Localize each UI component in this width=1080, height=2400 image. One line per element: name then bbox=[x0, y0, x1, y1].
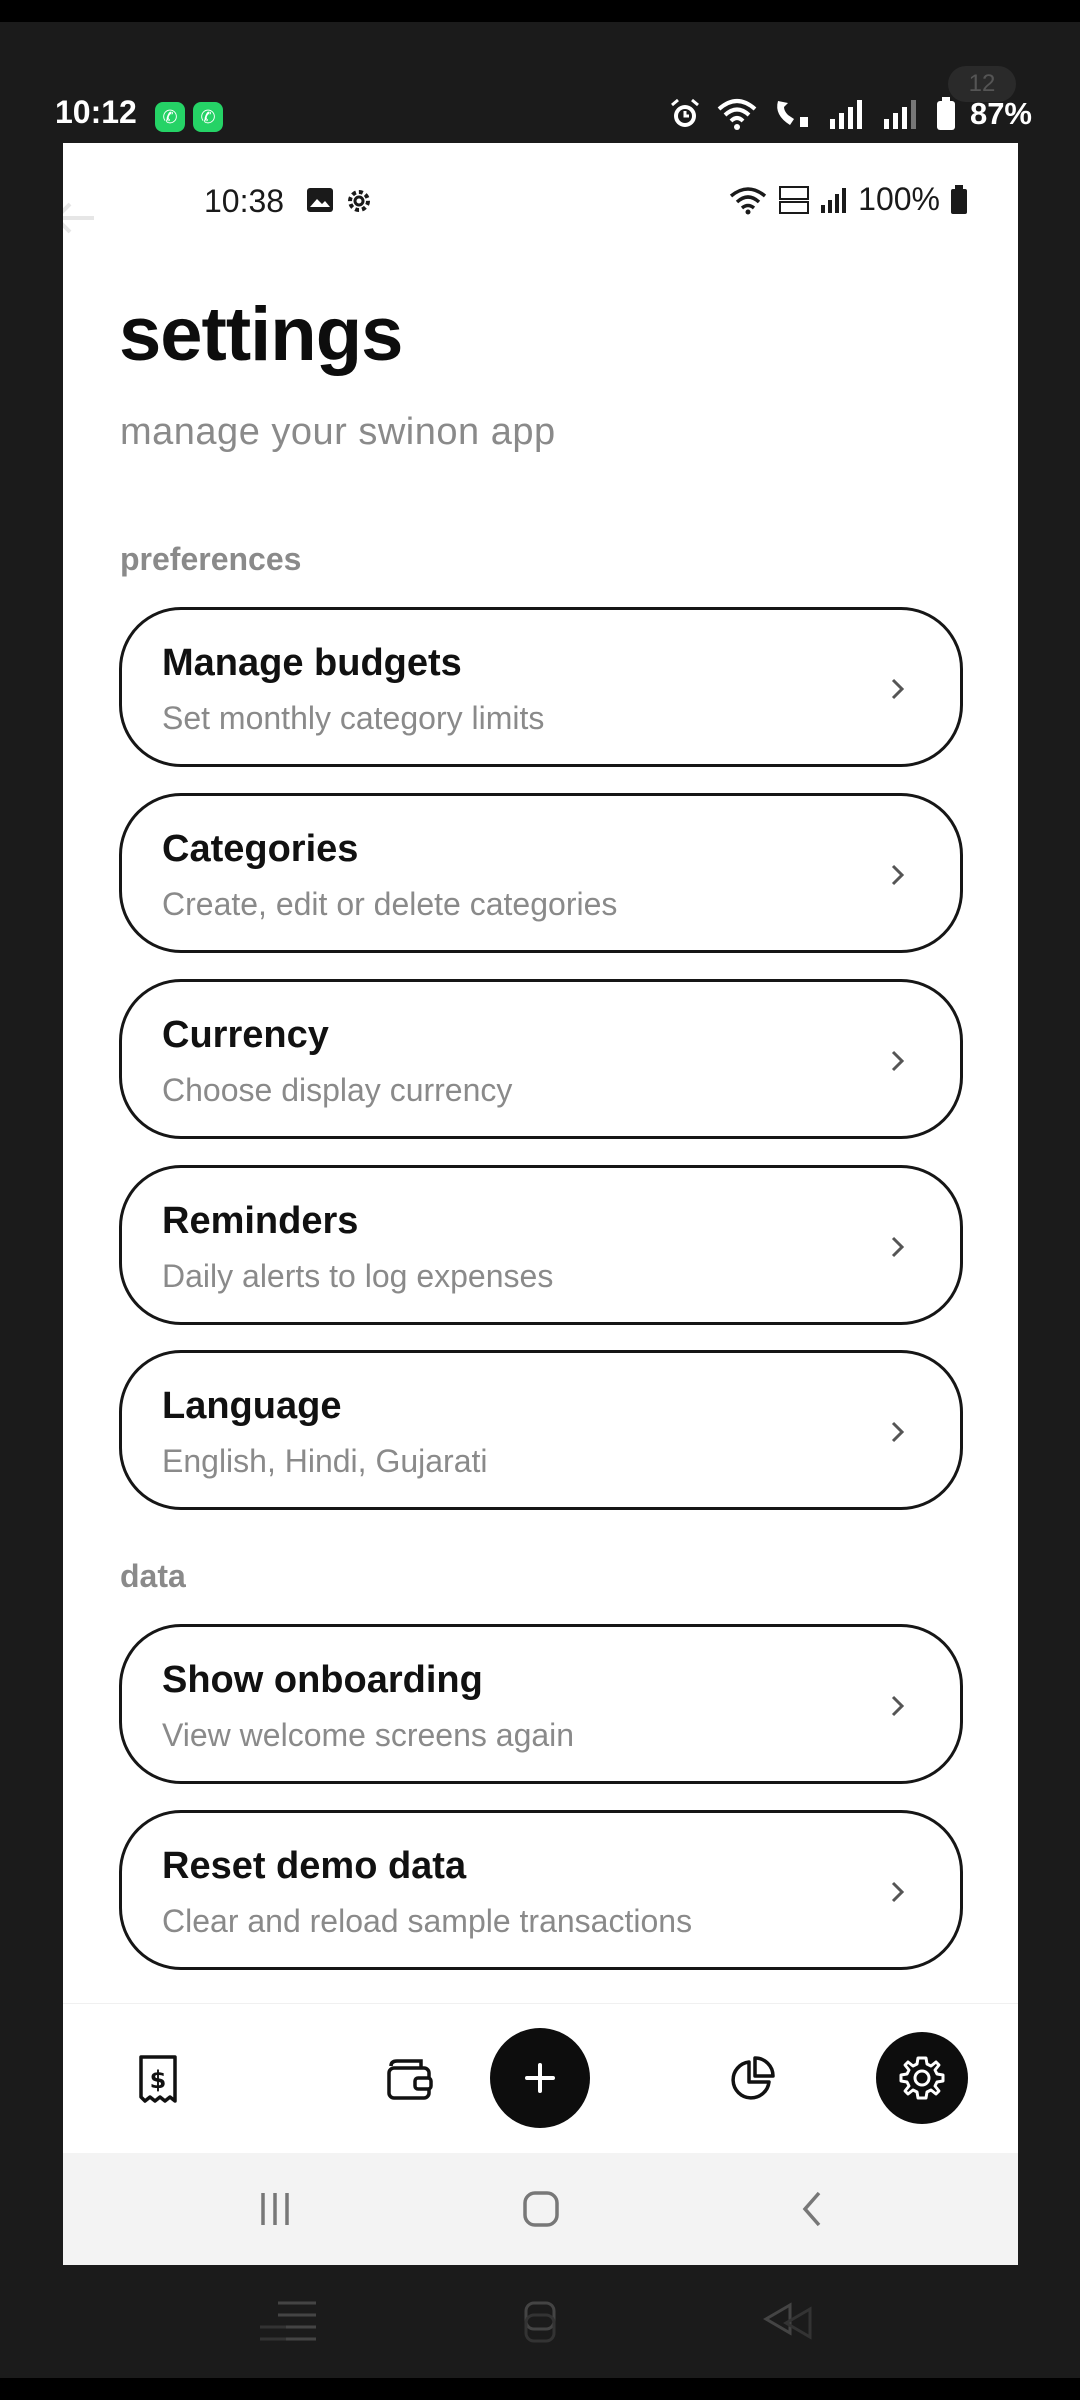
outer-clock: 10:12 bbox=[55, 94, 137, 130]
recents-icon[interactable] bbox=[255, 2189, 295, 2229]
home-icon[interactable] bbox=[520, 2297, 560, 2347]
battery-icon bbox=[936, 97, 955, 130]
home-icon[interactable] bbox=[521, 2189, 561, 2229]
settings-item-reminders[interactable]: Reminders Daily alerts to log expenses bbox=[119, 1165, 963, 1325]
settings-item-title: Show onboarding bbox=[162, 1659, 483, 1701]
pie-chart-icon bbox=[731, 2056, 775, 2100]
back-icon[interactable] bbox=[793, 2189, 833, 2229]
settings-item-language[interactable]: Language English, Hindi, Gujarati bbox=[119, 1350, 963, 1510]
chevron-right-icon bbox=[891, 1881, 905, 1903]
settings-item-subtitle: Clear and reload sample transactions bbox=[162, 1903, 693, 1939]
image-icon bbox=[307, 188, 333, 212]
chevron-right-icon bbox=[891, 678, 905, 700]
settings-item-subtitle: Choose display currency bbox=[162, 1072, 513, 1108]
bottom-edge bbox=[0, 2378, 1080, 2400]
chevron-right-icon bbox=[891, 864, 905, 886]
settings-item-subtitle: Create, edit or delete categories bbox=[162, 886, 618, 922]
section-label-data: data bbox=[120, 1558, 186, 1594]
recents-icon[interactable] bbox=[256, 2297, 322, 2347]
inner-system-nav bbox=[63, 2153, 1018, 2265]
settings-item-title: Currency bbox=[162, 1014, 329, 1056]
tab-transactions[interactable]: $ bbox=[113, 2034, 203, 2124]
settings-item-currency[interactable]: Currency Choose display currency bbox=[119, 979, 963, 1139]
settings-item-categories[interactable]: Categories Create, edit or delete catego… bbox=[119, 793, 963, 953]
signal-icon bbox=[829, 100, 862, 129]
svg-text:$: $ bbox=[150, 2066, 167, 2094]
tab-insights[interactable] bbox=[707, 2034, 797, 2124]
signal-icon bbox=[821, 187, 847, 213]
gear-icon bbox=[899, 2056, 945, 2100]
chevron-right-icon bbox=[891, 1421, 905, 1443]
chevron-right-icon bbox=[891, 1695, 905, 1717]
wallet-icon bbox=[387, 2059, 433, 2100]
tab-wallet[interactable] bbox=[365, 2034, 455, 2124]
settings-item-subtitle: English, Hindi, Gujarati bbox=[162, 1443, 488, 1479]
plus-icon bbox=[525, 2063, 555, 2093]
receipt-icon: $ bbox=[139, 2055, 177, 2103]
wifi-calling-icon bbox=[777, 101, 808, 127]
battery-icon bbox=[951, 184, 967, 214]
inner-status-icons: 100% bbox=[728, 181, 968, 218]
outer-status-bar: 10:12 ✆ ✆ 12 87% bbox=[0, 22, 1080, 142]
settings-item-title: Language bbox=[162, 1385, 342, 1427]
volte-icon bbox=[779, 185, 810, 214]
gear-icon bbox=[348, 190, 370, 212]
wifi-icon bbox=[730, 186, 767, 214]
page-subtitle: manage your swinon app bbox=[120, 411, 556, 453]
page-title: settings bbox=[119, 292, 403, 377]
alarm-icon bbox=[670, 98, 699, 127]
app-screen: 10:38 100% settings manage your swinon a… bbox=[63, 143, 1018, 2265]
inner-battery-level: 100% bbox=[858, 181, 940, 217]
outer-system-nav bbox=[0, 2265, 1080, 2378]
section-label-preferences: preferences bbox=[120, 541, 302, 577]
settings-item-manage-budgets[interactable]: Manage budgets Set monthly category limi… bbox=[119, 607, 963, 767]
add-transaction-button[interactable] bbox=[490, 2028, 590, 2128]
settings-item-title: Reset demo data bbox=[162, 1845, 467, 1887]
wifi-icon bbox=[717, 99, 757, 130]
signal-icon bbox=[883, 100, 916, 129]
chevron-right-icon bbox=[891, 1050, 905, 1072]
inner-status-bar: 10:38 100% bbox=[63, 143, 1018, 263]
settings-item-subtitle: View welcome screens again bbox=[162, 1717, 575, 1753]
settings-item-title: Manage budgets bbox=[162, 642, 462, 684]
settings-item-title: Categories bbox=[162, 828, 359, 870]
tab-settings[interactable] bbox=[876, 2032, 968, 2124]
top-edge bbox=[0, 0, 1080, 22]
settings-item-reset-demo-data[interactable]: Reset demo data Clear and reload sample … bbox=[119, 1810, 963, 1970]
settings-item-title: Reminders bbox=[162, 1200, 359, 1242]
inner-clock: 10:38 bbox=[204, 183, 285, 219]
outer-status-icons: 87% bbox=[668, 94, 1032, 134]
settings-item-show-onboarding[interactable]: Show onboarding View welcome screens aga… bbox=[119, 1624, 963, 1784]
outer-battery-level: 87% bbox=[969, 96, 1032, 131]
whatsapp-icon: ✆ bbox=[155, 102, 185, 132]
settings-item-subtitle: Set monthly category limits bbox=[162, 700, 545, 736]
settings-item-subtitle: Daily alerts to log expenses bbox=[162, 1258, 554, 1294]
whatsapp-icon: ✆ bbox=[193, 102, 223, 132]
chevron-right-icon bbox=[891, 1236, 905, 1258]
bottom-tab-bar: $ bbox=[63, 2003, 1018, 2153]
back-icon[interactable] bbox=[760, 2297, 830, 2347]
back-arrow-icon[interactable] bbox=[63, 198, 98, 238]
